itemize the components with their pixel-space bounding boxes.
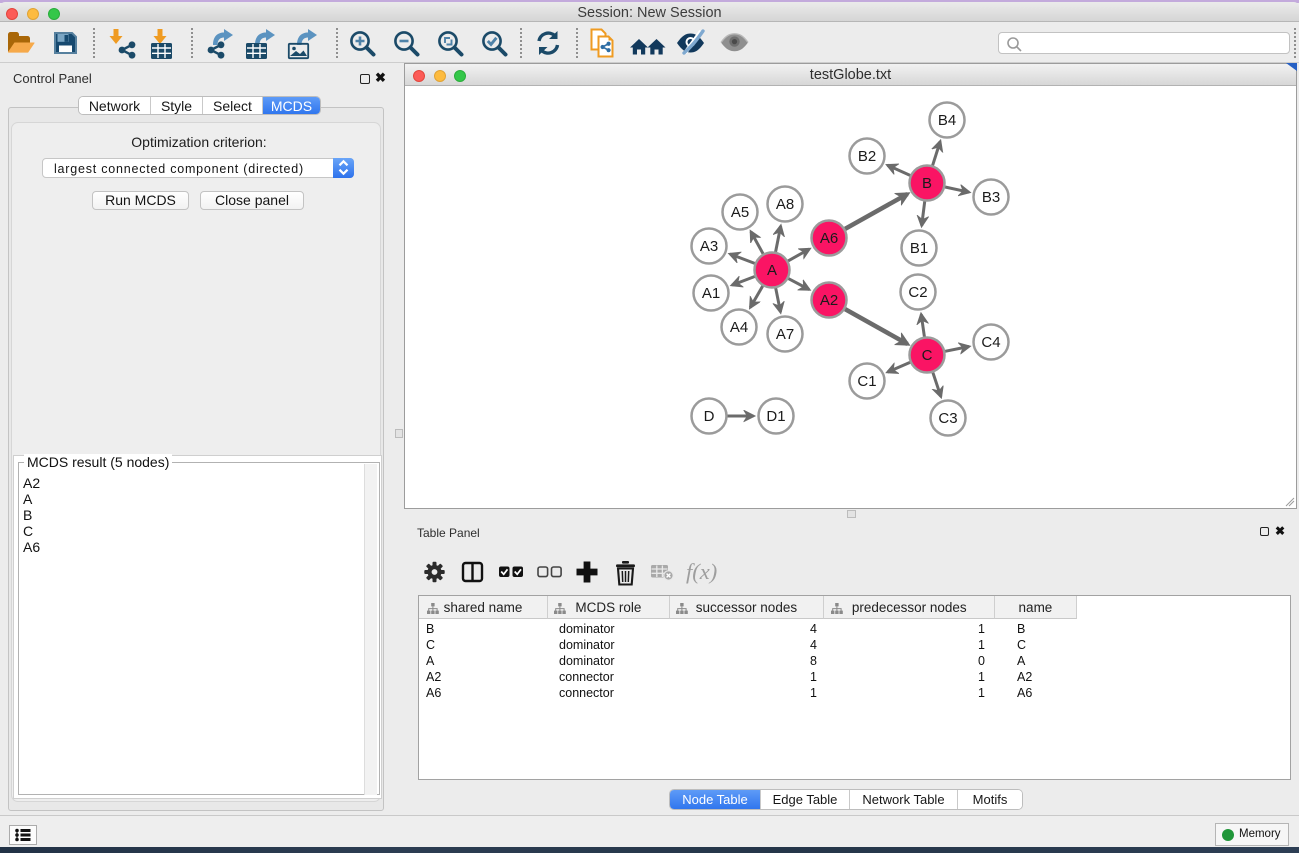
svg-text:B3: B3 bbox=[982, 189, 1000, 206]
svg-text:D: D bbox=[704, 408, 715, 425]
svg-text:D1: D1 bbox=[766, 408, 785, 425]
svg-text:C3: C3 bbox=[938, 410, 957, 427]
svg-text:A6: A6 bbox=[820, 230, 838, 247]
svg-text:A3: A3 bbox=[700, 238, 718, 255]
svg-text:A8: A8 bbox=[776, 196, 794, 213]
svg-text:C1: C1 bbox=[857, 373, 876, 390]
svg-text:A: A bbox=[767, 262, 777, 279]
svg-text:A1: A1 bbox=[702, 285, 720, 302]
svg-text:B1: B1 bbox=[910, 240, 928, 257]
svg-text:A4: A4 bbox=[730, 319, 748, 336]
svg-text:C: C bbox=[922, 347, 933, 364]
svg-text:A5: A5 bbox=[731, 204, 749, 221]
svg-text:C4: C4 bbox=[981, 334, 1000, 351]
svg-text:C2: C2 bbox=[908, 284, 927, 301]
svg-text:B2: B2 bbox=[858, 148, 876, 165]
svg-text:B4: B4 bbox=[938, 112, 956, 129]
svg-text:A7: A7 bbox=[776, 326, 794, 343]
svg-text:B: B bbox=[922, 175, 932, 192]
svg-text:f(x): f(x) bbox=[686, 559, 717, 584]
svg-text:A2: A2 bbox=[820, 292, 838, 309]
